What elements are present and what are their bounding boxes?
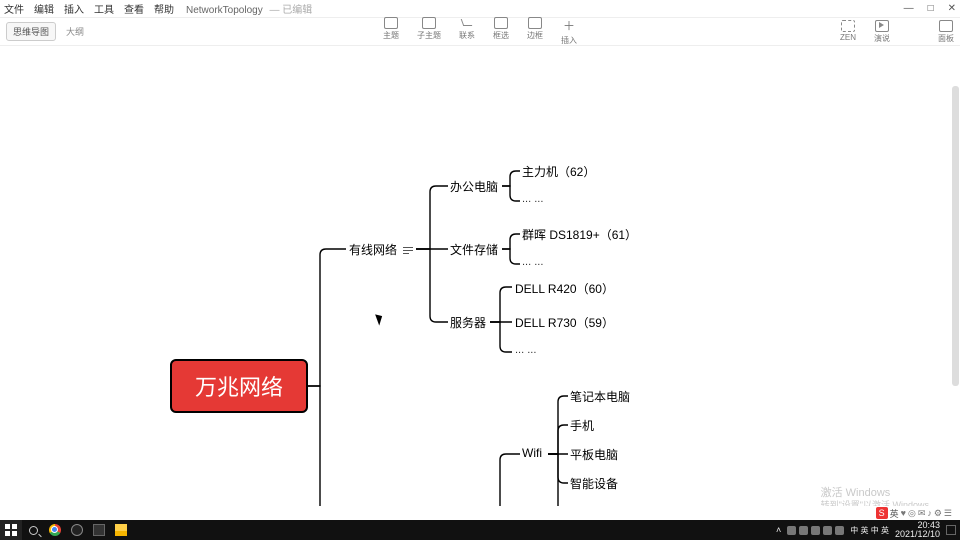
mindmap-canvas[interactable]: 万兆网络 有线网络 办公电脑 主力机（62） ... ... 文件存储 群晖 D… xyxy=(0,46,960,520)
leaf-r420[interactable]: DELL R420（60） xyxy=(515,280,614,297)
menu-file[interactable]: 文件 xyxy=(4,1,24,16)
tool-topic[interactable]: 主题 xyxy=(383,17,399,46)
doc-title: NetworkTopology — 已编辑 xyxy=(186,1,312,16)
taskbar-explorer[interactable] xyxy=(110,520,132,540)
node-servers[interactable]: 服务器 xyxy=(450,314,486,331)
mouse-cursor xyxy=(377,313,385,325)
taskbar-clock[interactable]: 20:43 2021/12/10 xyxy=(895,521,940,539)
system-tray[interactable] xyxy=(787,526,844,535)
taskbar-ime[interactable]: 中 英 中 英 xyxy=(850,525,889,536)
tool-boundary[interactable]: 框选 xyxy=(493,17,509,46)
tool-subtopic[interactable]: 子主题 xyxy=(417,17,441,46)
leaf-synology[interactable]: 群晖 DS1819+（61） xyxy=(522,226,637,243)
leaf-tablet[interactable]: 平板电脑 xyxy=(570,446,618,463)
window-maximize-button[interactable]: □ xyxy=(928,3,934,14)
leaf-phone[interactable]: 手机 xyxy=(570,417,594,434)
node-root-label: 万兆网络 xyxy=(195,370,283,402)
window-minimize-button[interactable]: — xyxy=(904,3,914,14)
tool-zen[interactable]: ZEN xyxy=(840,20,856,44)
leaf-main-pc[interactable]: 主力机（62） xyxy=(522,163,595,180)
notification-center-icon[interactable] xyxy=(946,525,956,535)
menu-bar: 文件 编辑 插入 工具 查看 帮助 NetworkTopology — 已编辑 … xyxy=(0,0,960,18)
taskbar-chrome[interactable] xyxy=(44,520,66,540)
ime-lang[interactable]: 英 xyxy=(890,507,899,520)
window-close-button[interactable]: ✕ xyxy=(948,3,956,14)
menu-tools[interactable]: 工具 xyxy=(94,1,114,16)
scrollbar-thumb[interactable] xyxy=(952,86,959,386)
vertical-scrollbar[interactable] xyxy=(952,46,959,520)
leaf-server-more[interactable]: ... ... xyxy=(515,344,536,356)
menu-view[interactable]: 查看 xyxy=(124,1,144,16)
taskbar-search[interactable] xyxy=(22,520,44,540)
start-button[interactable] xyxy=(0,520,22,540)
tab-mindmap[interactable]: 思维导图 xyxy=(6,22,56,41)
tab-outline[interactable]: 大纲 xyxy=(60,23,90,40)
tool-present[interactable]: 演说 xyxy=(874,20,890,44)
menu-edit[interactable]: 编辑 xyxy=(34,1,54,16)
sogou-ime-icon[interactable]: S xyxy=(876,507,888,519)
leaf-iot[interactable]: 智能设备 xyxy=(570,475,618,492)
leaf-r730[interactable]: DELL R730（59） xyxy=(515,314,614,331)
toolbar: 思维导图 大纲 主题 子主题 联系 框选 边框 ＋插入 ZEN 演说 面板 xyxy=(0,18,960,46)
notes-icon[interactable] xyxy=(403,246,413,254)
tool-relation[interactable]: 联系 xyxy=(459,17,475,46)
tool-panel[interactable]: 面板 xyxy=(938,20,954,44)
taskbar-obs[interactable] xyxy=(66,520,88,540)
node-storage[interactable]: 文件存储 xyxy=(450,241,498,258)
leaf-laptop[interactable]: 笔记本电脑 xyxy=(570,388,630,405)
ime-extras[interactable]: ♥◎✉♪⚙☰ xyxy=(901,508,954,519)
menu-insert[interactable]: 插入 xyxy=(64,1,84,16)
node-wired[interactable]: 有线网络 xyxy=(349,241,413,258)
node-wifi[interactable]: Wifi xyxy=(522,446,542,460)
node-root[interactable]: 万兆网络 xyxy=(170,359,308,413)
ime-tray-strip: S 英 ♥◎✉♪⚙☰ xyxy=(0,506,960,520)
menu-help[interactable]: 帮助 xyxy=(154,1,174,16)
tool-insert[interactable]: ＋插入 xyxy=(561,17,577,46)
connectors xyxy=(0,46,960,520)
taskbar: ˄ 中 英 中 英 20:43 2021/12/10 xyxy=(0,520,960,540)
tool-border[interactable]: 边框 xyxy=(527,17,543,46)
taskbar-terminal[interactable] xyxy=(88,520,110,540)
node-office-pc[interactable]: 办公电脑 xyxy=(450,178,498,195)
leaf-storage-more[interactable]: ... ... xyxy=(522,256,543,268)
leaf-office-more[interactable]: ... ... xyxy=(522,193,543,205)
